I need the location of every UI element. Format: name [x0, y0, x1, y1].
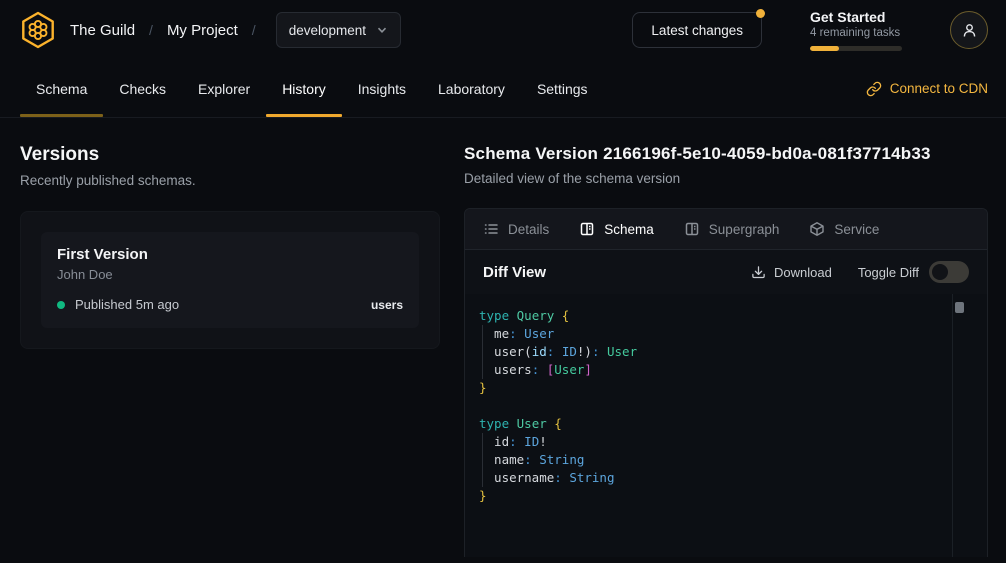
breadcrumb-org[interactable]: The Guild: [70, 22, 135, 39]
sdl-code-viewer[interactable]: type Query { me: User user(id: ID!): Use…: [465, 294, 987, 557]
code-line: type User {: [479, 415, 973, 433]
chevron-down-icon: [376, 24, 388, 36]
schema-version-panel: Schema Version 2166196f-5e10-4059-bd0a-0…: [464, 118, 1006, 557]
code-line: }: [479, 379, 973, 397]
download-button[interactable]: Download: [751, 265, 832, 280]
code-line: users: [User]: [479, 361, 973, 379]
tab-checks[interactable]: Checks: [103, 60, 182, 117]
person-icon: [961, 22, 978, 39]
environment-select-value: development: [289, 23, 366, 38]
user-avatar[interactable]: [950, 11, 988, 49]
version-name: First Version: [57, 246, 403, 263]
top-header: The Guild / My Project / development Lat…: [0, 0, 1006, 60]
get-started-subtitle: 4 remaining tasks: [810, 27, 902, 39]
code-block: type Query { me: User user(id: ID!): Use…: [465, 294, 987, 518]
version-author: John Doe: [57, 267, 403, 282]
guild-hive-logo-icon[interactable]: [18, 10, 58, 50]
code-line: user(id: ID!): User: [479, 343, 973, 361]
version-status: Published 5m ago: [75, 297, 179, 312]
tab-supergraph[interactable]: Supergraph: [684, 221, 780, 237]
breadcrumb: The Guild / My Project / development: [70, 12, 401, 48]
connect-to-cdn-link[interactable]: Connect to CDN: [866, 60, 988, 117]
list-icon: [483, 221, 499, 237]
breadcrumb-project[interactable]: My Project: [167, 22, 238, 39]
toggle-diff-switch[interactable]: [929, 261, 969, 283]
scrollbar-thumb[interactable]: [955, 302, 964, 313]
schema-version-subtitle: Detailed view of the schema version: [464, 171, 988, 186]
version-service-name: users: [371, 298, 403, 312]
cube-icon: [809, 221, 825, 237]
code-line: name: String: [479, 451, 973, 469]
diff-view-toolbar: Diff View Download Toggle Diff: [465, 250, 987, 294]
notification-dot: [756, 9, 765, 18]
tab-laboratory[interactable]: Laboratory: [422, 60, 521, 117]
tab-schema[interactable]: Schema: [20, 60, 103, 117]
tab-schema-view[interactable]: Schema: [579, 221, 654, 237]
version-meta-row: Published 5m ago users: [57, 297, 403, 312]
versions-panel: Versions Recently published schemas. Fir…: [0, 118, 464, 349]
scrollbar-track-line: [952, 294, 953, 557]
header-right-cluster: Latest changes Get Started 4 remaining t…: [632, 9, 988, 51]
tab-history[interactable]: History: [266, 60, 342, 117]
breadcrumb-separator: /: [252, 22, 256, 38]
tab-details[interactable]: Details: [483, 221, 549, 237]
latest-changes-button[interactable]: Latest changes: [632, 12, 762, 48]
tab-settings[interactable]: Settings: [521, 60, 604, 117]
download-icon: [751, 265, 766, 280]
code-line: }: [479, 487, 973, 505]
latest-changes-label: Latest changes: [651, 23, 743, 38]
code-line: [479, 397, 973, 415]
code-line: id: ID!: [479, 433, 973, 451]
diff-view-title: Diff View: [483, 264, 546, 281]
columns-icon: [684, 221, 700, 237]
main-content: Versions Recently published schemas. Fir…: [0, 118, 1006, 557]
indent-guide: [482, 325, 483, 379]
get-started-progressbar: [810, 46, 902, 51]
code-line: me: User: [479, 325, 973, 343]
versions-subtitle: Recently published schemas.: [20, 173, 440, 188]
tab-explorer[interactable]: Explorer: [182, 60, 266, 117]
columns-icon: [579, 221, 595, 237]
version-list-item[interactable]: First Version John Doe Published 5m ago …: [41, 232, 419, 328]
schema-detail-tabs: Details Schema Supergraph: [465, 209, 987, 250]
breadcrumb-separator: /: [149, 22, 153, 38]
toggle-diff-label: Toggle Diff: [858, 265, 919, 280]
progress-fill: [810, 46, 839, 51]
toggle-diff-control: Toggle Diff: [858, 261, 969, 283]
versions-list-card: First Version John Doe Published 5m ago …: [20, 211, 440, 349]
tab-service[interactable]: Service: [809, 221, 879, 237]
get-started-title: Get Started: [810, 9, 902, 25]
published-status-dot: [57, 301, 65, 309]
schema-detail-box: Details Schema Supergraph: [464, 208, 988, 557]
environment-select[interactable]: development: [276, 12, 401, 48]
code-line: username: String: [479, 469, 973, 487]
link-icon: [866, 81, 882, 97]
indent-guide: [482, 433, 483, 487]
tab-insights[interactable]: Insights: [342, 60, 422, 117]
switch-knob: [932, 264, 948, 280]
code-line: type Query {: [479, 307, 973, 325]
get-started-widget[interactable]: Get Started 4 remaining tasks: [810, 9, 902, 51]
target-nav-tabs: Schema Checks Explorer History Insights …: [0, 60, 1006, 118]
schema-version-title: Schema Version 2166196f-5e10-4059-bd0a-0…: [464, 144, 988, 164]
diff-actions: Download Toggle Diff: [751, 261, 969, 283]
versions-title: Versions: [20, 144, 440, 166]
